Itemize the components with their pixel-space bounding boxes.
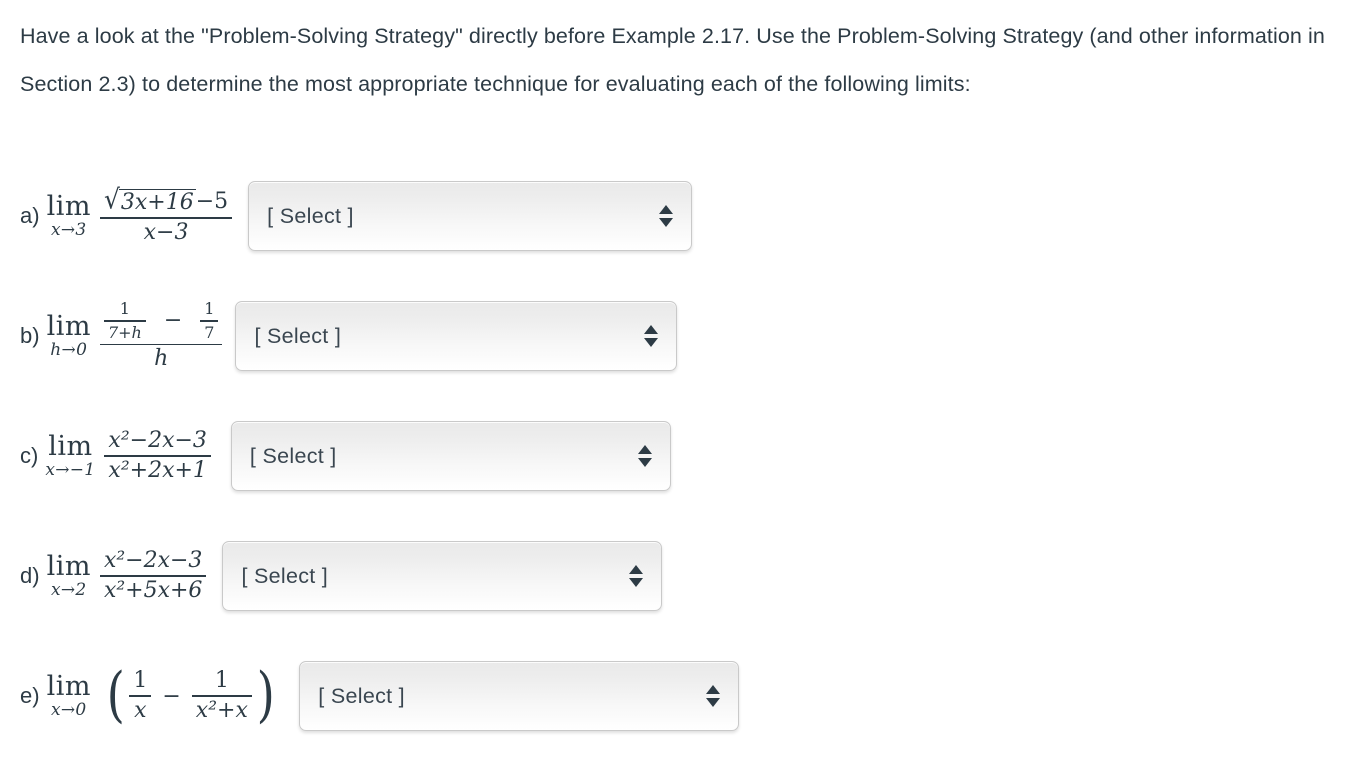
question-row-d: d) lim x→2 x²−2x−3 x²+5x+6 [ Select ] xyxy=(20,528,663,624)
select-c-arrows-icon[interactable] xyxy=(637,445,652,467)
fraction-e-right: 1 x²+x xyxy=(191,667,252,724)
inner-left-num: 1 xyxy=(119,299,130,319)
inner-right-num: 1 xyxy=(204,299,215,319)
item-label-b: b) xyxy=(20,323,40,348)
lim-subscript-b: h→0 xyxy=(50,340,88,360)
radicand-a: 3x+16 xyxy=(118,188,196,215)
fraction-a-denominator: x−3 xyxy=(143,219,189,245)
fraction-c-numerator: x²−2x−3 xyxy=(108,427,207,453)
select-e-arrows-icon[interactable] xyxy=(706,685,721,707)
fraction-a-numerator: √ 3x+16 −5 xyxy=(100,183,232,218)
select-dropdown-d[interactable]: [ Select ] xyxy=(222,541,663,611)
fraction-e-right-den: x²+x xyxy=(195,697,248,723)
fraction-d-denominator: x²+5x+6 xyxy=(103,577,203,603)
expression-e-operator: − xyxy=(162,683,181,709)
expression-e: e) lim x→0 ( 1 x − 1 x²+x ) xyxy=(20,660,279,731)
fraction-e-right-num: 1 xyxy=(214,667,229,693)
arrow-up-icon xyxy=(659,205,674,214)
expression-d: d) lim x→2 x²−2x−3 x²+5x+6 xyxy=(20,547,207,604)
question-page: Have a look at the "Problem-Solving Stra… xyxy=(0,0,1354,766)
fraction-c-denominator: x²+2x+1 xyxy=(108,457,207,483)
select-dropdown-b[interactable]: [ Select ] xyxy=(235,301,678,371)
question-row-e: e) lim x→0 ( 1 x − 1 x²+x ) [ Select ] xyxy=(20,648,740,744)
fraction-e-left-den: x xyxy=(134,697,147,723)
limit-operator-d: lim x→2 xyxy=(47,553,91,599)
fraction-e-left-num: 1 xyxy=(133,667,148,693)
lim-text-a: lim xyxy=(46,191,91,222)
lim-subscript-e: x→0 xyxy=(50,700,87,720)
page-title: Have a look at the "Problem-Solving Stra… xyxy=(20,24,1332,96)
question-row-b: b) lim h→0 1 7+h − 1 7 h [Select] xyxy=(20,288,678,384)
arrow-down-icon xyxy=(637,458,652,467)
fraction-d-numerator: x²−2x−3 xyxy=(103,547,203,573)
limit-operator-b: lim h→0 xyxy=(47,313,91,359)
fraction-b-numerator: 1 7+h − 1 7 xyxy=(100,300,223,343)
fraction-a: √ 3x+16 −5 x−3 xyxy=(99,183,233,246)
item-label-a: a) xyxy=(20,203,40,228)
lim-subscript-d: x→2 xyxy=(50,580,87,600)
select-a-arrows-icon[interactable] xyxy=(659,205,674,227)
select-dropdown-a[interactable]: [ Select ] xyxy=(248,181,693,251)
item-label-d: d) xyxy=(20,563,40,588)
lim-text-e: lim xyxy=(46,671,91,702)
select-d-arrows-icon[interactable] xyxy=(629,565,644,587)
fraction-b-denominator: h xyxy=(154,346,169,372)
question-row-a: a) lim x→3 √ 3x+16 −5 x−3 [ Select ] xyxy=(20,168,693,264)
select-c-value: [ Select ] xyxy=(249,443,337,468)
numerator-b-operator: − xyxy=(163,307,183,333)
arrow-up-icon xyxy=(637,445,652,454)
expression-c: c) lim x→−1 x²−2x−3 x²+2x+1 xyxy=(20,427,211,484)
radical-a: √ 3x+16 xyxy=(103,183,196,216)
lim-text-c: lim xyxy=(48,431,93,462)
expression-a: a) lim x→3 √ 3x+16 −5 x−3 xyxy=(20,183,233,246)
inner-right-den: 7 xyxy=(204,322,215,342)
limit-operator-c: lim x→−1 xyxy=(45,433,95,479)
lim-subscript-c: x→−1 xyxy=(45,460,96,480)
fraction-d: x²−2x−3 x²+5x+6 xyxy=(99,547,207,604)
paren-close-e: ) xyxy=(256,660,275,731)
arrow-down-icon xyxy=(659,218,674,227)
arrow-down-icon xyxy=(706,698,721,707)
select-e-value: [ Select ] xyxy=(318,683,405,708)
select-b-value: [ Select ] xyxy=(254,323,342,348)
select-dropdown-c[interactable]: [ Select ] xyxy=(230,421,671,491)
lim-text-d: lim xyxy=(46,551,91,582)
limit-operator-e: lim x→0 xyxy=(47,673,91,719)
fraction-b: 1 7+h − 1 7 h xyxy=(99,300,223,372)
fraction-c: x²−2x−3 x²+2x+1 xyxy=(104,427,211,484)
select-a-value: [ Select ] xyxy=(267,203,354,228)
radical-sign-icon: √ xyxy=(103,183,120,215)
arrow-down-icon xyxy=(644,338,659,347)
inner-left-den: 7+h xyxy=(107,322,142,342)
limit-operator-a: lim x→3 xyxy=(47,193,91,239)
item-label-e: e) xyxy=(20,683,40,708)
after-radical-a: −5 xyxy=(195,188,229,214)
lim-subscript-a: x→3 xyxy=(50,220,87,240)
arrow-down-icon xyxy=(629,578,644,587)
inner-fraction-b-left: 1 7+h xyxy=(103,299,146,342)
fraction-e-left: 1 x xyxy=(129,667,152,724)
select-b-arrows-icon[interactable] xyxy=(644,325,659,347)
expression-b: b) lim h→0 1 7+h − 1 7 h xyxy=(20,300,223,372)
arrow-up-icon xyxy=(629,565,644,574)
arrow-up-icon xyxy=(706,685,721,694)
question-row-c: c) lim x→−1 x²−2x−3 x²+2x+1 [ Select ] xyxy=(20,408,671,504)
item-label-c: c) xyxy=(20,443,39,468)
select-d-value: [ Select ] xyxy=(241,563,329,588)
paren-open-e: ( xyxy=(106,660,125,731)
arrow-up-icon xyxy=(644,325,659,334)
lim-text-b: lim xyxy=(46,311,91,342)
inner-fraction-b-right: 1 7 xyxy=(200,299,219,342)
select-dropdown-e[interactable]: [ Select ] xyxy=(299,661,740,731)
